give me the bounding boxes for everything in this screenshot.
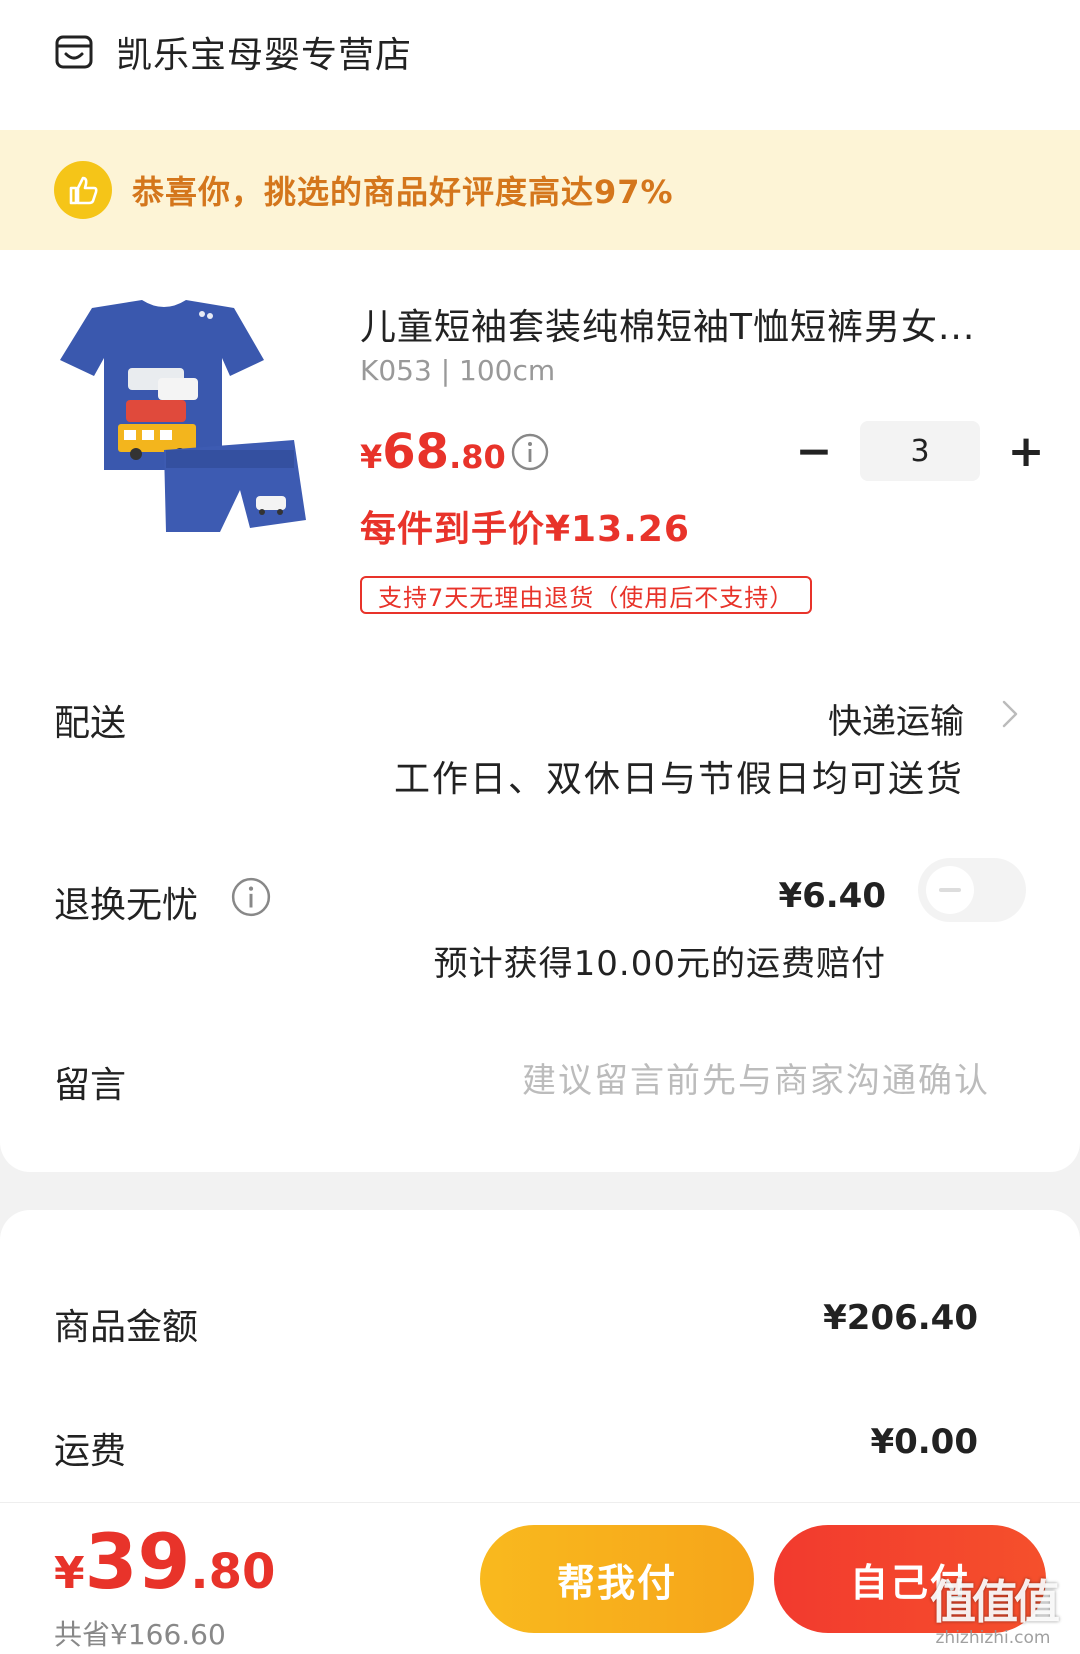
shipping-label: 运费 [54, 1431, 127, 1472]
total-decimal: .80 [190, 1544, 276, 1600]
shipping-value: ¥0.00 [870, 1422, 978, 1462]
order-card: 凯乐宝母婴专营店 恭喜你，挑选的商品好评度高达97% 儿童短袖套装纯棉短袖T恤短… [0, 0, 1080, 1172]
goods-amount-label: 商品金额 [54, 1307, 199, 1348]
delivery-note: 工作日、双休日与节假日均可送货 [393, 759, 964, 800]
total-price: ¥ 39 .80 [54, 1517, 275, 1606]
shop-icon [55, 35, 93, 69]
price-decimal: .80 [449, 438, 506, 476]
goods-amount-value: ¥206.40 [823, 1298, 978, 1338]
watermark-url: zhizhizhi.com [935, 1628, 1051, 1648]
message-input[interactable] [400, 1056, 990, 1106]
toggle-knob [926, 866, 974, 914]
increase-button[interactable]: + [998, 423, 1054, 479]
insurance-price: ¥6.40 [778, 876, 886, 916]
quantity-stepper: − 3 + [786, 420, 1054, 482]
checkout-bar: ¥ 39 .80 共省¥166.60 帮我付 自己付 [0, 1502, 1080, 1654]
insurance-info-icon[interactable] [230, 876, 272, 918]
shop-name: 凯乐宝母婴专营店 [116, 35, 413, 76]
chevron-right-icon[interactable] [998, 694, 1022, 734]
quantity-value[interactable]: 3 [860, 421, 980, 481]
insurance-toggle[interactable] [918, 858, 1026, 922]
site-watermark: 值值值 zhizhizhi.com [930, 1566, 1060, 1648]
total-integer: 39 [84, 1517, 191, 1606]
total-symbol: ¥ [54, 1548, 85, 1599]
product-title[interactable]: 儿童短袖套装纯棉短袖T恤短裤男女... [360, 298, 1000, 350]
unit-price: 每件到手价¥13.26 [360, 509, 690, 550]
watermark-logo: 值值值 [930, 1575, 1060, 1629]
product-image[interactable] [54, 300, 324, 560]
return-policy-tag: 支持7天无理由退货（使用后不支持） [360, 576, 813, 614]
price-info-icon[interactable] [510, 432, 550, 472]
thumbs-up-icon [54, 161, 112, 219]
insurance-note: 预计获得10.00元的运费赔付 [433, 944, 886, 984]
help-pay-button[interactable]: 帮我付 [480, 1525, 754, 1633]
product-spec[interactable]: K053 | 100cm [360, 354, 555, 387]
product-price: ¥ 68 .80 [360, 424, 506, 480]
message-label: 留言 [54, 1065, 127, 1106]
saved-amount: 共省¥166.60 [54, 1618, 226, 1651]
rating-banner: 恭喜你，挑选的商品好评度高达97% [0, 130, 1080, 250]
shop-header[interactable]: 凯乐宝母婴专营店 [54, 22, 412, 82]
price-symbol: ¥ [360, 438, 383, 476]
delivery-label: 配送 [54, 703, 127, 744]
insurance-label: 退换无忧 [54, 885, 199, 926]
banner-text: 恭喜你，挑选的商品好评度高达97% [132, 173, 674, 211]
price-integer: 68 [382, 424, 450, 480]
decrease-button[interactable]: − [786, 423, 842, 479]
delivery-method[interactable]: 快递运输 [828, 694, 964, 743]
